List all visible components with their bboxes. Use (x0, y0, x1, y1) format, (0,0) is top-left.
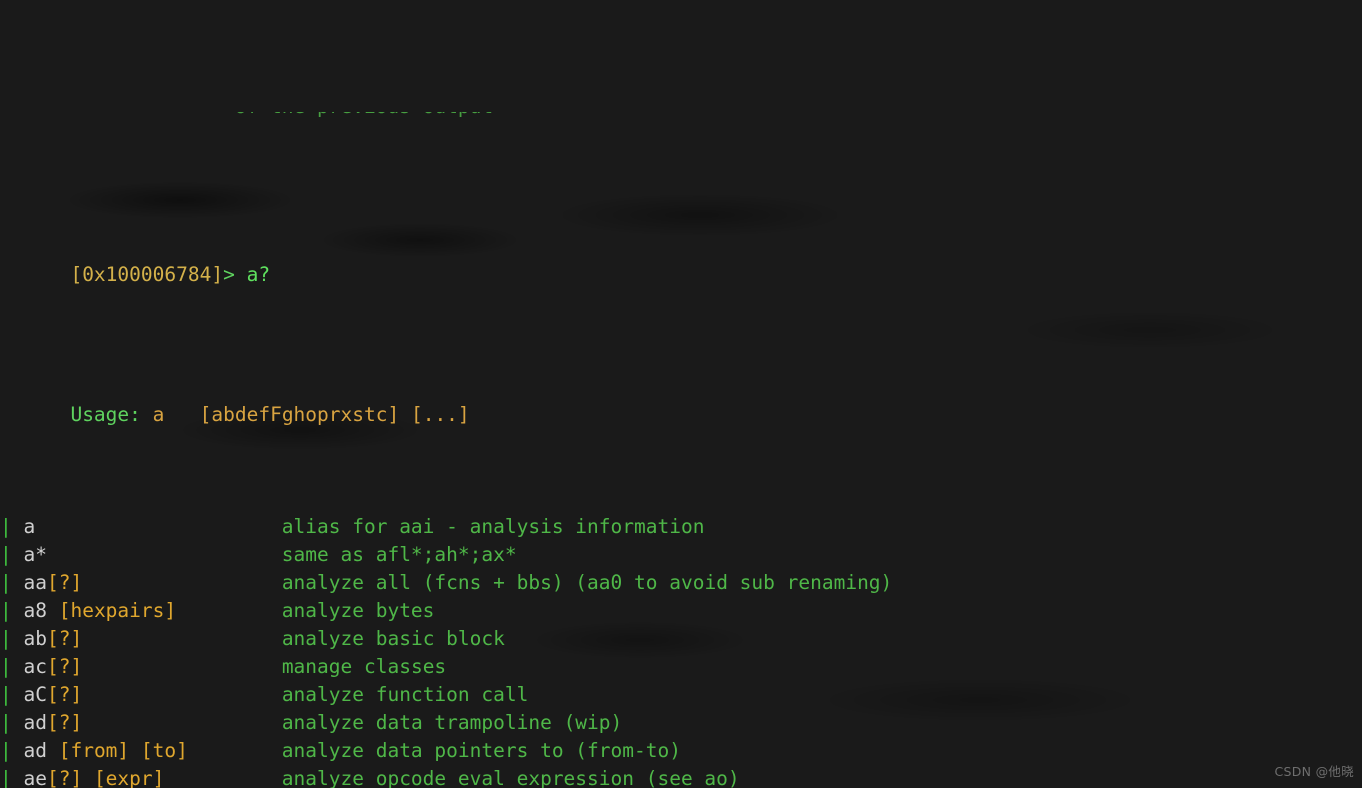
help-entry-description: analyze all (fcns + bbs) (aa0 to avoid s… (282, 571, 892, 594)
help-entry-command: a8 (24, 599, 47, 622)
prompt-line[interactable]: [0x100006784]> a? (0, 233, 1362, 261)
help-entry-pipe: | (0, 571, 12, 594)
help-entry-row: | ad[?] analyze data trampoline (wip) (0, 709, 1362, 737)
column-padding (82, 711, 282, 734)
usage-command: a (153, 403, 165, 426)
prompt-address: [0x100006784] (70, 263, 223, 286)
help-entry-argument: [?] [expr] (47, 767, 164, 788)
spacer (12, 767, 24, 788)
help-entry-row: | ab[?] analyze basic block (0, 625, 1362, 653)
help-entry-row: | aa[?] analyze all (fcns + bbs) (aa0 to… (0, 569, 1362, 597)
spacer (12, 571, 24, 594)
spacer (12, 711, 24, 734)
typed-command[interactable]: a? (247, 263, 270, 286)
spacer (12, 655, 24, 678)
help-entry-pipe: | (0, 627, 12, 650)
column-padding (164, 767, 281, 788)
help-entry-row: | ad [from] [to] analyze data pointers t… (0, 737, 1362, 765)
prompt-arrow-icon: > (223, 263, 235, 286)
help-entry-description: analyze data pointers to (from-to) (282, 739, 681, 762)
help-entry-command: ad (24, 711, 47, 734)
column-padding (188, 739, 282, 762)
help-entry-pipe: | (0, 543, 12, 566)
help-entry-pipe: | (0, 767, 12, 788)
help-entry-list: | a alias for aai - analysis information… (0, 513, 1362, 788)
help-entry-row: | ae[?] [expr] analyze opcode eval expre… (0, 765, 1362, 788)
help-entry-pipe: | (0, 683, 12, 706)
column-padding (35, 515, 282, 538)
help-entry-description: analyze bytes (282, 599, 435, 622)
help-entry-argument: [?] (47, 711, 82, 734)
help-entry-argument: [from] [to] (47, 739, 188, 762)
help-entry-description: analyze basic block (282, 627, 505, 650)
help-entry-pipe: | (0, 599, 12, 622)
help-entry-description: analyze function call (282, 683, 529, 706)
spacer (12, 739, 24, 762)
help-entry-command: aa (24, 571, 47, 594)
column-padding (176, 599, 282, 622)
help-entry-row: | aC[?] analyze function call (0, 681, 1362, 709)
column-padding (47, 543, 282, 566)
column-padding (82, 571, 282, 594)
help-entry-argument: [?] (47, 655, 82, 678)
help-entry-command: a (24, 515, 36, 538)
help-entry-command: ac (24, 655, 47, 678)
help-entry-description: manage classes (282, 655, 446, 678)
help-entry-row: | a8 [hexpairs] analyze bytes (0, 597, 1362, 625)
help-entry-argument: [?] (47, 627, 82, 650)
help-entry-description: analyze opcode eval expression (see ao) (282, 767, 740, 788)
help-entry-argument: [?] (47, 571, 82, 594)
help-entry-argument: [?] (47, 683, 82, 706)
help-entry-pipe: | (0, 515, 12, 538)
usage-args: [abdefFghoprxstc] [...] (200, 403, 470, 426)
help-entry-command: ad (24, 739, 47, 762)
help-entry-command: ab (24, 627, 47, 650)
spacer (12, 543, 24, 566)
spacer (12, 599, 24, 622)
clipped-previous-output: of the previous output (0, 112, 1362, 121)
spacer (12, 515, 24, 538)
help-entry-description: analyze data trampoline (wip) (282, 711, 622, 734)
help-entry-row: | ac[?] manage classes (0, 653, 1362, 681)
spacer (12, 627, 24, 650)
column-padding (82, 627, 282, 650)
usage-keyword: Usage: (70, 403, 140, 426)
help-entry-description: same as afl*;ah*;ax* (282, 543, 517, 566)
help-entry-pipe: | (0, 655, 12, 678)
usage-line: Usage: a [abdefFghoprxstc] [...] (0, 373, 1362, 401)
help-entry-command: ae (24, 767, 47, 788)
column-padding (82, 683, 282, 706)
terminal-output: of the previous output [0x100006784]> a?… (0, 0, 1362, 788)
clipped-previous-output-text: of the previous output (0, 112, 493, 121)
help-entry-pipe: | (0, 739, 12, 762)
help-entry-row: | a* same as afl*;ah*;ax* (0, 541, 1362, 569)
help-entry-command: a* (24, 543, 47, 566)
watermark: CSDN @他晓 (1274, 761, 1354, 780)
help-entry-command: aC (24, 683, 47, 706)
help-entry-pipe: | (0, 711, 12, 734)
help-entry-row: | a alias for aai - analysis information (0, 513, 1362, 541)
help-entry-argument: [hexpairs] (47, 599, 176, 622)
terminal-window[interactable]: of the previous output [0x100006784]> a?… (0, 0, 1362, 788)
spacer (12, 683, 24, 706)
help-entry-description: alias for aai - analysis information (282, 515, 705, 538)
column-padding (82, 655, 282, 678)
